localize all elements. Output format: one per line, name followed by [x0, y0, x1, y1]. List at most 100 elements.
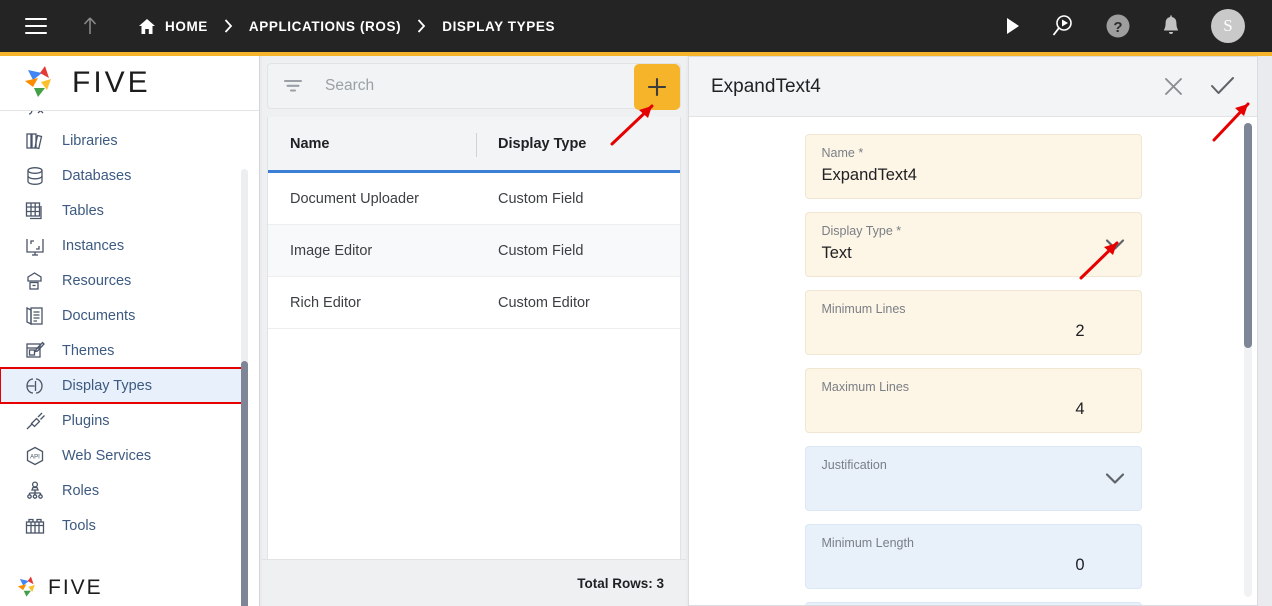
- table-body: Document Uploader Custom Field Image Edito…: [268, 173, 680, 329]
- sidebar-item-label: Resources: [62, 272, 132, 289]
- breadcrumb-home[interactable]: HOME: [165, 19, 208, 34]
- column-header-display-type[interactable]: Display Type: [476, 136, 586, 152]
- chevron-down-icon[interactable]: [1105, 472, 1125, 485]
- cell-display-type: Custom Editor: [498, 294, 590, 311]
- minimum-length-field[interactable]: Minimum Length 0: [804, 524, 1142, 589]
- function-icon: [18, 111, 52, 118]
- svg-text:API: API: [30, 454, 40, 460]
- sidebar: FIVE Functions Libraries Databases Tables In…: [0, 56, 260, 606]
- table-row[interactable]: Rich Editor Custom Editor: [268, 277, 680, 329]
- sidebar-item-databases[interactable]: Databases: [0, 158, 244, 193]
- sidebar-item-instances[interactable]: Instances: [0, 228, 244, 263]
- records-list-panel: Name Display Type Document Uploader Custo…: [262, 56, 686, 606]
- chevron-down-icon[interactable]: [1105, 238, 1125, 251]
- cell-name: Image Editor: [290, 242, 373, 259]
- field-label: Justification: [821, 458, 887, 472]
- cell-name: Rich Editor: [290, 294, 361, 311]
- filter-icon[interactable]: [283, 78, 303, 94]
- sidebar-item-label: Libraries: [62, 132, 118, 149]
- resources-icon: [18, 269, 52, 293]
- maximum-length-field[interactable]: Maximum Length0: [804, 602, 1142, 605]
- field-value: 2: [1075, 322, 1085, 340]
- sidebar-item-resources[interactable]: Resources: [0, 263, 244, 298]
- documents-icon: [18, 304, 52, 328]
- search-run-icon[interactable]: [1051, 14, 1075, 38]
- form-fields-container: Name * ExpandText4 Display Type * Text Minim…: [689, 117, 1257, 605]
- field-label: Minimum Length: [821, 536, 914, 550]
- brand-logo[interactable]: FIVE: [0, 56, 259, 111]
- form-title: ExpandText4: [711, 75, 821, 97]
- sidebar-item-label: Databases: [62, 167, 132, 184]
- sidebar-item-plugins[interactable]: Plugins: [0, 403, 244, 438]
- field-value: 0: [1075, 556, 1085, 574]
- notifications-bell-icon[interactable]: [1161, 15, 1181, 37]
- help-icon[interactable]: ?: [1105, 13, 1131, 39]
- minimum-lines-field[interactable]: Minimum Lines 2: [804, 290, 1142, 355]
- total-rows-footer: Total Rows: 3: [262, 559, 686, 606]
- roles-icon: [18, 479, 52, 503]
- sidebar-item-tools[interactable]: Tools: [0, 508, 244, 543]
- field-label: Name *: [821, 146, 864, 160]
- form-action-buttons: [1163, 76, 1257, 97]
- column-divider: [476, 133, 477, 157]
- sidebar-item-themes[interactable]: Themes: [0, 333, 244, 368]
- run-icon[interactable]: [1005, 17, 1021, 35]
- sidebar-item-web-services[interactable]: API Web Services: [0, 438, 244, 473]
- sidebar-item-tables[interactable]: Tables: [0, 193, 244, 228]
- chevron-right-icon: [224, 19, 233, 33]
- brand-name: FIVE: [72, 66, 151, 99]
- chevron-right-icon-2: [417, 19, 426, 33]
- hamburger-menu-icon[interactable]: [25, 18, 47, 34]
- table-header-row: Name Display Type: [268, 117, 680, 173]
- maximum-lines-field[interactable]: Maximum Lines 4: [804, 368, 1142, 433]
- column-header-name[interactable]: Name: [268, 136, 476, 152]
- form-scrollbar-thumb[interactable]: [1244, 123, 1252, 348]
- sidebar-bottom-brand-name: FIVE: [48, 575, 103, 599]
- sidebar-item-functions[interactable]: Functions: [0, 111, 244, 123]
- sidebar-item-label: Tools: [62, 517, 96, 534]
- search-bar: [267, 63, 681, 110]
- sidebar-scrollbar-thumb[interactable]: [241, 361, 248, 606]
- avatar[interactable]: S: [1211, 9, 1245, 43]
- field-value: 4: [1075, 400, 1085, 418]
- add-record-button[interactable]: [634, 64, 680, 110]
- sidebar-item-label: Roles: [62, 482, 100, 499]
- cell-display-type: Custom Field: [498, 190, 584, 207]
- field-label: Display Type *: [821, 224, 902, 238]
- sidebar-item-label: Web Services: [62, 447, 152, 464]
- display-type-select[interactable]: Display Type * Text: [804, 212, 1142, 277]
- arrow-up-icon[interactable]: [80, 15, 100, 37]
- sidebar-nav-list: Functions Libraries Databases Tables Instanc…: [0, 111, 259, 606]
- sidebar-item-label: Display Types: [62, 377, 152, 394]
- save-check-icon[interactable]: [1210, 76, 1235, 97]
- sidebar-item-documents[interactable]: Documents: [0, 298, 244, 333]
- sidebar-item-libraries[interactable]: Libraries: [0, 123, 244, 158]
- app-root: HOME APPLICATIONS (ROS) DISPLAY TYPES ? …: [0, 0, 1272, 606]
- field-value: Text: [821, 244, 852, 262]
- table-row[interactable]: Document Uploader Custom Field: [268, 173, 680, 225]
- justification-select[interactable]: Justification: [804, 446, 1142, 511]
- sidebar-bottom-logo: FIVE: [16, 575, 109, 600]
- plug-icon: [18, 409, 52, 433]
- total-rows-label: Total Rows: 3: [577, 575, 664, 591]
- theme-brush-icon: [18, 339, 52, 363]
- sidebar-item-display-types[interactable]: Display Types: [0, 367, 245, 404]
- field-label: Minimum Lines: [821, 302, 906, 316]
- home-icon[interactable]: [138, 18, 156, 35]
- record-form-panel: ExpandText4 Name * ExpandText4 Display Typ…: [688, 56, 1258, 606]
- search-input[interactable]: [325, 77, 645, 95]
- close-icon[interactable]: [1163, 76, 1184, 97]
- breadcrumb-applications[interactable]: APPLICATIONS (ROS): [249, 19, 401, 34]
- records-table: Name Display Type Document Uploader Custo…: [267, 117, 681, 604]
- sidebar-item-roles[interactable]: Roles: [0, 473, 244, 508]
- breadcrumb-display-types[interactable]: DISPLAY TYPES: [442, 19, 555, 34]
- table-icon: [18, 199, 52, 223]
- table-row[interactable]: Image Editor Custom Field: [268, 225, 680, 277]
- cell-display-type: Custom Field: [498, 242, 584, 259]
- sidebar-item-label: Functions: [62, 111, 125, 114]
- sidebar-item-label: Documents: [62, 307, 136, 324]
- name-field[interactable]: Name * ExpandText4: [804, 134, 1142, 199]
- field-label: Maximum Lines: [821, 380, 910, 394]
- svg-text:?: ?: [1113, 19, 1122, 36]
- books-icon: [18, 129, 52, 153]
